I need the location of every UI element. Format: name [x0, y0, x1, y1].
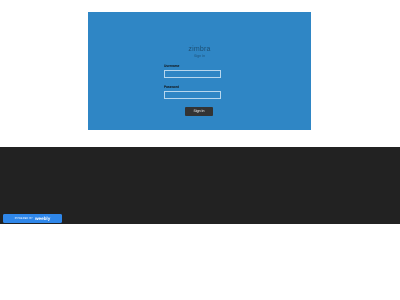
- password-input[interactable]: [164, 91, 221, 99]
- sign-in-subtitle: Sign In: [194, 54, 205, 58]
- username-input[interactable]: [164, 70, 221, 78]
- powered-by-weebly-badge[interactable]: POWERED BY weebly: [3, 214, 62, 223]
- password-label: Password: [164, 85, 180, 89]
- weebly-brand-text: weebly: [34, 216, 51, 221]
- sign-in-button[interactable]: Sign In: [185, 107, 213, 116]
- brand-logo-text: zimbra: [188, 46, 211, 53]
- powered-by-text: POWERED BY: [14, 217, 33, 220]
- login-panel: zimbra Sign In Username Password Sign In: [88, 12, 311, 130]
- username-label: Username: [164, 64, 180, 68]
- dark-footer-band: [0, 147, 400, 224]
